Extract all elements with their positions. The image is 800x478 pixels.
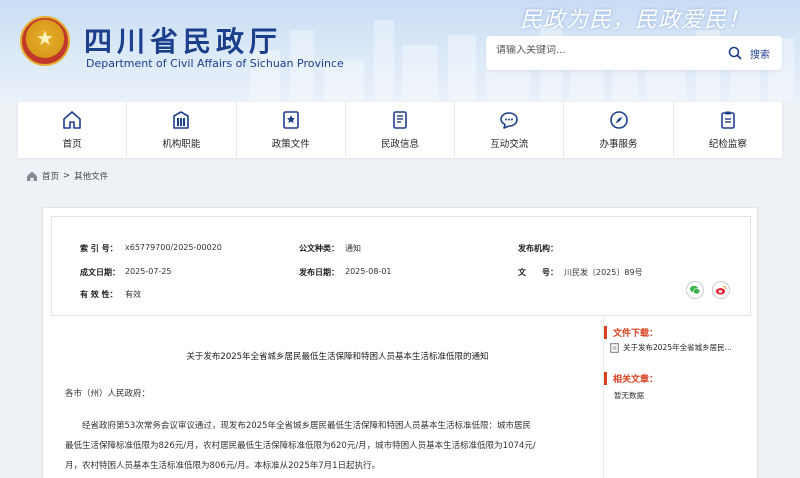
nav-label: 政策文件: [271, 139, 310, 150]
home-icon: [63, 111, 81, 129]
document-meta-table: 索 引 号： x65779700/2025-00020 公文种类： 通知 发布机…: [51, 216, 751, 316]
nav-label: 民政信息: [380, 139, 419, 150]
meta-doc-no-value: 川民发〔2025〕89号: [564, 268, 643, 277]
downloads-heading: 文件下载：: [604, 326, 658, 339]
document-title: 关于发布2025年全省城乡居民最低生活保障和特困人员基本生活标准低限的通知: [186, 352, 489, 362]
breadcrumb-current-link[interactable]: 其他文件: [74, 170, 108, 182]
document-paragraph-line: 最低生活保障标准低限为826元/月，农村居民最低生活保障标准低限为620元/月，…: [65, 441, 536, 451]
meta-doc-no-label: 文 号：: [518, 268, 558, 277]
download-file-name: 关于发布2025年全省城乡居民...: [623, 343, 732, 352]
meta-publish-date-label: 发布日期：: [299, 268, 339, 277]
related-empty-text: 暂无数据: [614, 391, 644, 400]
compass-icon: [609, 111, 628, 129]
org-name-en: Department of Civil Affairs of Sichuan P…: [86, 57, 344, 70]
nav-label: 办事服务: [599, 139, 638, 150]
building-icon: [173, 111, 190, 129]
nav-item-supervision[interactable]: 纪检监察: [674, 102, 782, 158]
nav-item-services[interactable]: 办事服务: [564, 102, 674, 158]
breadcrumb-home-link[interactable]: 首页: [42, 170, 59, 182]
org-name-cn: 四川省民政厅: [84, 25, 283, 58]
slogan: 民政为民，民政爱民！: [520, 8, 751, 33]
search-input[interactable]: [496, 45, 696, 56]
main-nav: 首页 机构职能 政策文件 民政信息 互动交流 办事服务 纪检监察: [18, 102, 782, 158]
meta-written-date-value: 2025-07-25: [125, 267, 172, 276]
book-icon: [393, 111, 407, 129]
related-heading: 相关文章：: [604, 372, 658, 385]
meta-category-value: 通知: [345, 244, 361, 253]
meta-issuer-label: 发布机构：: [518, 244, 558, 253]
document-icon: [282, 111, 299, 129]
nav-label: 机构职能: [162, 139, 201, 150]
nav-label: 首页: [62, 139, 82, 150]
search-button[interactable]: 搜索: [728, 44, 770, 62]
nav-item-home[interactable]: 首页: [18, 102, 128, 158]
home-icon: [27, 171, 37, 181]
share-wechat-button[interactable]: [686, 281, 704, 299]
meta-index-value: x65779700/2025-00020: [125, 243, 222, 252]
search-button-label: 搜索: [750, 49, 770, 61]
meta-publish-date-value: 2025-08-01: [345, 267, 392, 276]
site-header: 四川省民政厅 Department of Civil Affairs of Si…: [0, 0, 800, 100]
meta-index-label: 索 引 号：: [80, 244, 118, 253]
document-paragraph-line: 月，农村特困人员基本生活标准低限为806元/月。本标准从2025年7月1日起执行…: [65, 461, 381, 471]
nav-item-interaction[interactable]: 互动交流: [455, 102, 565, 158]
breadcrumb-separator: >: [63, 171, 71, 181]
nav-label: 纪检监察: [708, 139, 747, 150]
meta-row: 索 引 号： x65779700/2025-00020 公文种类： 通知 发布机…: [52, 243, 750, 263]
download-file-link[interactable]: 关于发布2025年全省城乡居民...: [610, 342, 732, 353]
nav-item-policy[interactable]: 政策文件: [237, 102, 346, 158]
meta-validity-label: 有 效 性：: [80, 290, 118, 299]
meta-row: 有 效 性： 有效: [52, 289, 750, 309]
breadcrumb: 首页 > 其他文件: [26, 170, 108, 182]
meta-validity-value: 有效: [125, 290, 141, 299]
meta-category-label: 公文种类：: [299, 244, 339, 253]
chat-icon: [500, 112, 519, 129]
meta-written-date-label: 成文日期：: [80, 268, 120, 277]
meta-row: 成文日期： 2025-07-25 发布日期： 2025-08-01 文 号： 川…: [52, 267, 750, 287]
document-paragraph-line: 经省政府第53次常务会议审议通过，现发布2025年全省城乡居民最低生活保障和特困…: [65, 421, 531, 431]
document-salutation: 各市（州）人民政府：: [65, 389, 151, 399]
share-weibo-button[interactable]: [712, 281, 730, 299]
national-emblem-logo: [20, 16, 70, 66]
clipboard-icon: [721, 111, 735, 129]
article-container: 索 引 号： x65779700/2025-00020 公文种类： 通知 发布机…: [42, 207, 758, 478]
nav-label: 互动交流: [490, 139, 529, 150]
sidebar: 文件下载： 关于发布2025年全省城乡居民... 相关文章： 暂无数据: [603, 316, 759, 478]
wechat-icon: [690, 285, 701, 295]
nav-item-info[interactable]: 民政信息: [346, 102, 456, 158]
search-icon: [728, 46, 742, 60]
search-box: 搜索: [486, 36, 782, 70]
nav-item-organization[interactable]: 机构职能: [127, 102, 237, 158]
attachment-icon: [610, 342, 619, 353]
weibo-icon: [716, 285, 727, 295]
